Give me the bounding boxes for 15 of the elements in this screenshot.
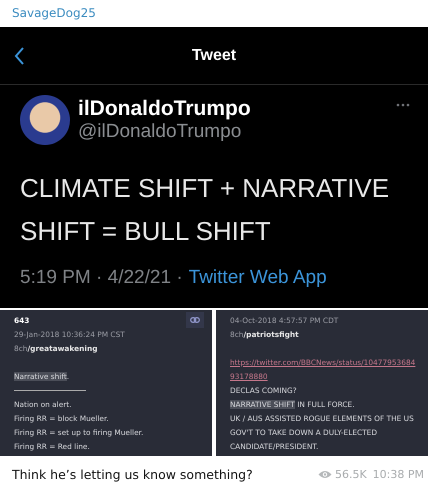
display-name: ilDonaldoTrumpo: [78, 97, 251, 121]
tweet-source[interactable]: Twitter Web App: [188, 267, 327, 289]
more-icon[interactable]: [396, 103, 410, 107]
tweet-time: 5:19 PM · 4/22/21 ·: [20, 267, 183, 289]
avatar: [20, 95, 70, 145]
message-text: Think he’s letting us know something?: [12, 466, 254, 482]
message-time: 10:38 PM: [372, 468, 424, 480]
eye-icon: [318, 470, 332, 478]
sender-name[interactable]: SavageDog25: [0, 0, 432, 27]
user-handle: @ilDonaldoTrumpo: [78, 121, 242, 143]
view-count: 56.5K: [334, 468, 367, 480]
screen-title: Tweet: [192, 46, 236, 64]
link-icon[interactable]: [186, 312, 204, 328]
tweet-text: CLIMATE SHIFT + NARRATIVE SHIFT = BULL SHIFT: [19, 172, 390, 248]
back-icon[interactable]: [14, 46, 25, 64]
